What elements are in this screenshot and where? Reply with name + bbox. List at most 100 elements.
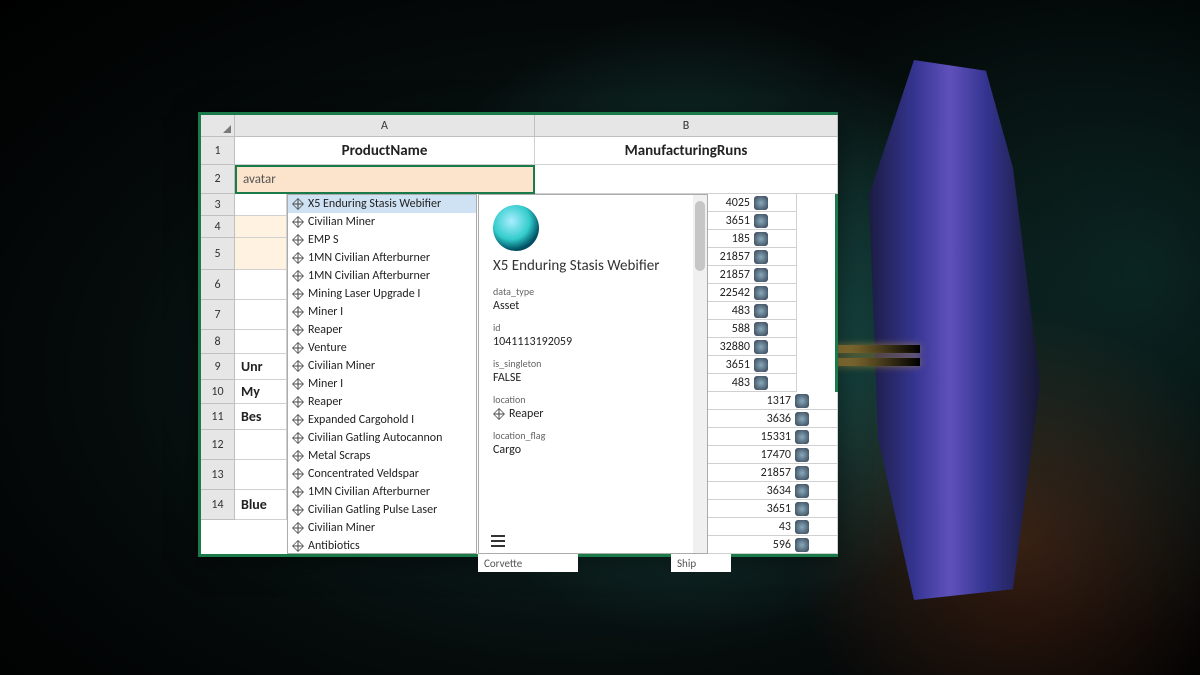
dropdown-item-label: EMP S: [308, 231, 339, 249]
cell-a9[interactable]: Unr: [235, 354, 287, 380]
card-field-value: Asset: [493, 299, 695, 313]
data-type-icon: [292, 216, 304, 228]
row-header-4[interactable]: 4: [201, 216, 235, 238]
data-type-icon: [292, 288, 304, 300]
runs-number: 3651: [726, 214, 750, 228]
cell-a3[interactable]: [235, 194, 287, 216]
cell-a8[interactable]: [235, 330, 287, 354]
cell-b1-header[interactable]: ManufacturingRuns: [535, 137, 838, 165]
item-mini-icon: [754, 268, 768, 282]
row-header-9[interactable]: 9: [201, 354, 235, 380]
cell-a11[interactable]: Bes: [235, 404, 287, 430]
dropdown-item[interactable]: Civilian Gatling Autocannon: [288, 429, 476, 447]
dropdown-item[interactable]: Metal Scraps: [288, 447, 476, 465]
column-header-b[interactable]: B: [535, 115, 838, 137]
dropdown-item[interactable]: Reaper: [288, 393, 476, 411]
column-header-a[interactable]: A: [235, 115, 535, 137]
cell-a5[interactable]: [235, 238, 287, 270]
dropdown-item-label: Antibiotics: [308, 537, 360, 554]
data-type-icon: [292, 450, 304, 462]
cell-a10[interactable]: My: [235, 380, 287, 404]
cell-b2[interactable]: [535, 165, 838, 194]
dropdown-item-label: X5 Enduring Stasis Webifier: [308, 195, 441, 213]
runs-number: 483: [732, 376, 750, 390]
runs-number: 4025: [726, 196, 750, 210]
item-mini-icon: [795, 484, 809, 498]
dropdown-item[interactable]: 1MN Civilian Afterburner: [288, 483, 476, 501]
dropdown-item[interactable]: Antibiotics: [288, 537, 476, 554]
item-mini-icon: [795, 538, 809, 552]
item-mini-icon: [754, 358, 768, 372]
dropdown-item-label: Metal Scraps: [308, 447, 370, 465]
dropdown-item-label: 1MN Civilian Afterburner: [308, 483, 430, 501]
runs-number: 22542: [720, 286, 750, 300]
dropdown-item[interactable]: Civilian Miner: [288, 519, 476, 537]
row-header-1[interactable]: 1: [201, 137, 235, 165]
data-type-icon: [292, 522, 304, 534]
runs-number: 43: [779, 520, 791, 534]
row-header-13[interactable]: 13: [201, 460, 235, 490]
autocomplete-dropdown[interactable]: X5 Enduring Stasis WebifierCivilian Mine…: [287, 194, 477, 554]
dropdown-item[interactable]: Reaper: [288, 321, 476, 339]
row-header-12[interactable]: 12: [201, 430, 235, 460]
dropdown-item[interactable]: 1MN Civilian Afterburner: [288, 267, 476, 285]
card-scrollbar[interactable]: [693, 195, 707, 553]
card-menu-icon[interactable]: [491, 535, 505, 547]
runs-number: 32880: [720, 340, 750, 354]
dropdown-item[interactable]: Concentrated Veldspar: [288, 465, 476, 483]
dropdown-item-label: Civilian Miner: [308, 213, 375, 231]
data-type-icon: [292, 234, 304, 246]
dropdown-item[interactable]: EMP S: [288, 231, 476, 249]
cell-a6[interactable]: [235, 270, 287, 300]
row-header-3[interactable]: 3: [201, 194, 235, 216]
dropdown-item-label: Mining Laser Upgrade I: [308, 285, 420, 303]
dropdown-item[interactable]: X5 Enduring Stasis Webifier: [288, 195, 476, 213]
row-header-10[interactable]: 10: [201, 380, 235, 404]
data-type-icon: [493, 408, 505, 420]
dropdown-item[interactable]: Civilian Miner: [288, 213, 476, 231]
data-type-icon: [292, 504, 304, 516]
item-mini-icon: [754, 250, 768, 264]
item-mini-icon: [754, 196, 768, 210]
item-mini-icon: [754, 322, 768, 336]
data-type-icon: [292, 306, 304, 318]
dropdown-item-label: Reaper: [308, 393, 342, 411]
row-header-11[interactable]: 11: [201, 404, 235, 430]
item-mini-icon: [795, 520, 809, 534]
data-type-icon: [292, 468, 304, 480]
cell-a7[interactable]: [235, 300, 287, 330]
dropdown-item[interactable]: Miner I: [288, 303, 476, 321]
row-header-2[interactable]: 2: [201, 165, 235, 194]
cell-a14[interactable]: Blue: [235, 490, 287, 520]
dropdown-item[interactable]: Civilian Miner: [288, 357, 476, 375]
data-type-icon: [292, 198, 304, 210]
dropdown-item[interactable]: Mining Laser Upgrade I: [288, 285, 476, 303]
data-type-icon: [292, 378, 304, 390]
dropdown-item[interactable]: Miner I: [288, 375, 476, 393]
dropdown-item[interactable]: 1MN Civilian Afterburner: [288, 249, 476, 267]
cell-a1-header[interactable]: ProductName: [235, 137, 535, 165]
select-all-corner[interactable]: [201, 115, 235, 137]
row-header-6[interactable]: 6: [201, 270, 235, 300]
dropdown-item[interactable]: Civilian Gatling Pulse Laser: [288, 501, 476, 519]
cell-a2-editing[interactable]: [235, 165, 535, 194]
cell-a13[interactable]: [235, 460, 287, 490]
row-header-8[interactable]: 8: [201, 330, 235, 354]
data-type-icon: [292, 342, 304, 354]
row-header-14[interactable]: 14: [201, 490, 235, 520]
item-mini-icon: [754, 340, 768, 354]
dropdown-item-label: Venture: [308, 339, 347, 357]
formula-input[interactable]: [243, 172, 527, 187]
dropdown-item[interactable]: Venture: [288, 339, 476, 357]
runs-number: 596: [773, 538, 791, 552]
row-header-7[interactable]: 7: [201, 300, 235, 330]
card-field-label: location: [493, 393, 695, 406]
row-header-5[interactable]: 5: [201, 238, 235, 270]
dropdown-item-label: Miner I: [308, 303, 343, 321]
spaceship-art: [800, 60, 1120, 620]
item-thumbnail: [493, 205, 539, 251]
dropdown-item[interactable]: Expanded Cargohold I: [288, 411, 476, 429]
cell-a12[interactable]: [235, 430, 287, 460]
item-mini-icon: [754, 214, 768, 228]
cell-a4[interactable]: [235, 216, 287, 238]
